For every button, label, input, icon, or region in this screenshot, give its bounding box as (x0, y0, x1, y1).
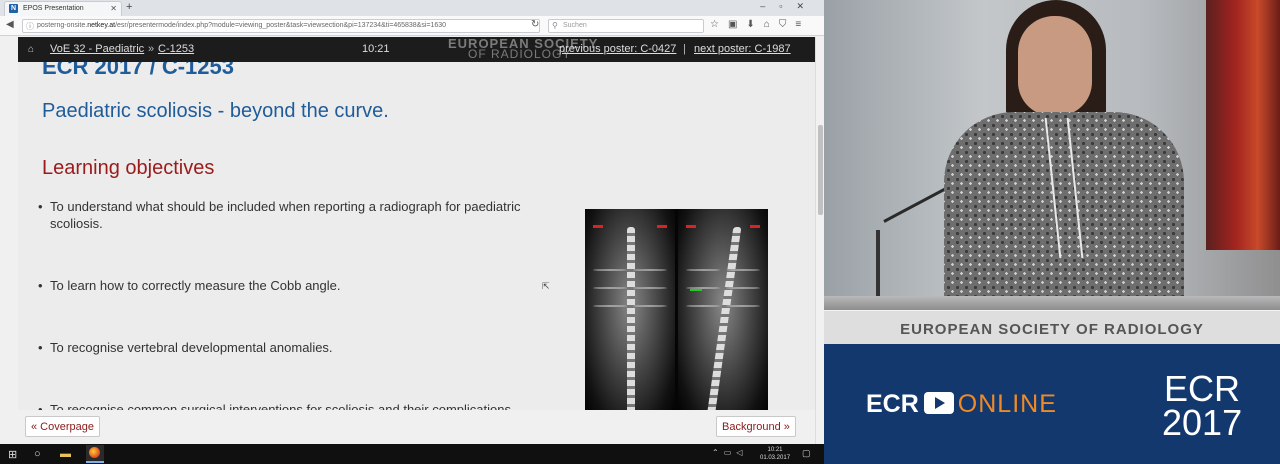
stage-decoration (1206, 0, 1280, 250)
windows-start-icon[interactable]: ⊞ (8, 448, 17, 461)
search-icon: ⚲ (552, 21, 558, 30)
home-icon[interactable]: ⌂ (28, 44, 34, 55)
netkey-favicon-icon: N (9, 4, 18, 13)
bullet-icon: • (38, 199, 43, 214)
tab-close-icon[interactable]: ✕ (110, 4, 117, 13)
bullet-icon: • (38, 340, 43, 355)
navigation-bar: ◀ ⓘ posterng-onsite.netkey.at/esr/presen… (0, 16, 824, 36)
back-icon[interactable]: ◀ (6, 19, 14, 30)
ecr-online-band: ECR ONLINE ECR 2017 (824, 344, 1280, 464)
notification-icon[interactable]: ▢ (802, 448, 811, 459)
breadcrumb-separator: » (148, 43, 155, 55)
poster-title: Paediatric scoliosis - beyond the curve. (42, 100, 389, 122)
header-divider: | (683, 43, 686, 55)
next-poster-link[interactable]: next poster: C-1987 (694, 43, 791, 55)
browser-tab[interactable]: N EPOS Presentation ✕ (4, 1, 122, 16)
window-controls[interactable]: –▫✕ (760, 1, 818, 12)
cortana-icon[interactable]: ○ (34, 448, 41, 460)
tray-time: 10:21 (767, 447, 783, 453)
spine-shape (706, 227, 742, 410)
ecr-year-logo-top: ECR (1163, 368, 1240, 409)
poster-footer: « Coverpage Background » (18, 410, 815, 444)
annotation-marker (750, 225, 760, 228)
tab-title: EPOS Presentation (23, 5, 84, 12)
firefox-icon[interactable] (86, 445, 104, 463)
ecr-year-logo-bottom: 2017 (1162, 402, 1243, 443)
url-domain: netkey.at (87, 22, 116, 29)
windows-taskbar: ⊞ ○ ▬ ⌃▭◁ 10:21 01.03.2017 ▢ (0, 444, 824, 464)
objective-text: To recognise common surgical interventio… (50, 402, 511, 410)
tray-clock[interactable]: 10:21 01.03.2017 (760, 446, 790, 462)
bullet-icon: • (38, 402, 43, 410)
section-heading: Learning objectives (42, 157, 215, 179)
objective-item: • To understand what should be included … (38, 198, 570, 232)
search-input[interactable]: ⚲ Suchen (548, 19, 704, 33)
objective-item: • To recognise vertebral developmental a… (38, 339, 570, 356)
esr-banner: EUROPEAN SOCIETY OF RADIOLOGY (824, 310, 1280, 344)
url-prefix: posterng-onsite. (37, 22, 88, 29)
new-tab-icon[interactable]: + (126, 1, 132, 13)
annotation-marker (686, 225, 696, 228)
breadcrumb-session[interactable]: VoE 32 - Paediatric (50, 43, 144, 55)
ecr-logo-text: ECR (866, 390, 919, 418)
tab-bar: N EPOS Presentation ✕ + –▫✕ (0, 0, 824, 16)
spine-radiographs[interactable] (585, 209, 768, 410)
objective-text: To recognise vertebral developmental ano… (50, 340, 333, 355)
file-explorer-icon[interactable]: ▬ (60, 448, 71, 460)
speaker-video: EUROPEAN SOCIETY OF RADIOLOGY ECR ONLINE … (824, 0, 1280, 464)
screen: N EPOS Presentation ✕ + –▫✕ ◀ ⓘ posterng… (0, 0, 1280, 464)
bullet-icon: • (38, 278, 43, 293)
spine-shape (627, 227, 635, 410)
xray-image-right (678, 209, 768, 410)
scrollbar-thumb[interactable] (818, 125, 823, 215)
poster-content: ECR 2017 / C-1253 Paediatric scoliosis -… (18, 62, 815, 410)
annotation-marker (657, 225, 667, 228)
vertical-scrollbar[interactable] (815, 37, 824, 444)
cobb-line-marker (690, 289, 702, 291)
toolbar-icons[interactable]: ☆▣⬇⌂⛉≡ (710, 19, 810, 30)
header-clock: 10:21 (362, 43, 390, 55)
system-tray-icons[interactable]: ⌃▭◁ (712, 448, 747, 457)
search-placeholder: Suchen (563, 22, 587, 29)
browser-window: N EPOS Presentation ✕ + –▫✕ ◀ ⓘ posterng… (0, 0, 824, 464)
objective-item: • To recognise common surgical intervent… (38, 401, 610, 410)
poster-id-title: ECR 2017 / C-1253 (42, 62, 234, 79)
tray-date: 01.03.2017 (760, 455, 791, 461)
play-icon (923, 392, 954, 414)
online-logo-text: ONLINE (957, 390, 1057, 418)
background-button[interactable]: Background » (716, 416, 796, 437)
url-bar[interactable]: ⓘ posterng-onsite.netkey.at/esr/presente… (22, 19, 540, 33)
ecr-online-logo: ECR ONLINE (866, 390, 1057, 418)
objective-text: To understand what should be included wh… (50, 199, 521, 231)
xray-image-left (585, 209, 675, 410)
coverpage-button[interactable]: « Coverpage (25, 416, 100, 437)
previous-poster-link[interactable]: previous poster: C-0427 (559, 43, 676, 55)
speaker-face (1018, 16, 1092, 116)
epos-header: ⌂ VoE 32 - Paediatric » C-1253 10:21 EUR… (18, 37, 815, 62)
objective-item: • To learn how to correctly measure the … (38, 277, 570, 294)
microphone-stand (876, 230, 880, 302)
lock-icon: ⓘ (26, 22, 34, 31)
mouse-cursor-icon: ⇱ (542, 281, 550, 291)
annotation-marker (593, 225, 603, 228)
lectern (824, 296, 1280, 310)
reload-icon[interactable]: ↻ (531, 19, 539, 30)
objective-text: To learn how to correctly measure the Co… (50, 278, 341, 293)
breadcrumb-poster[interactable]: C-1253 (158, 43, 194, 55)
url-path: /esr/presentermode/index.php?module=view… (115, 22, 447, 29)
ecr-2017-logo: ECR 2017 (1162, 368, 1243, 443)
